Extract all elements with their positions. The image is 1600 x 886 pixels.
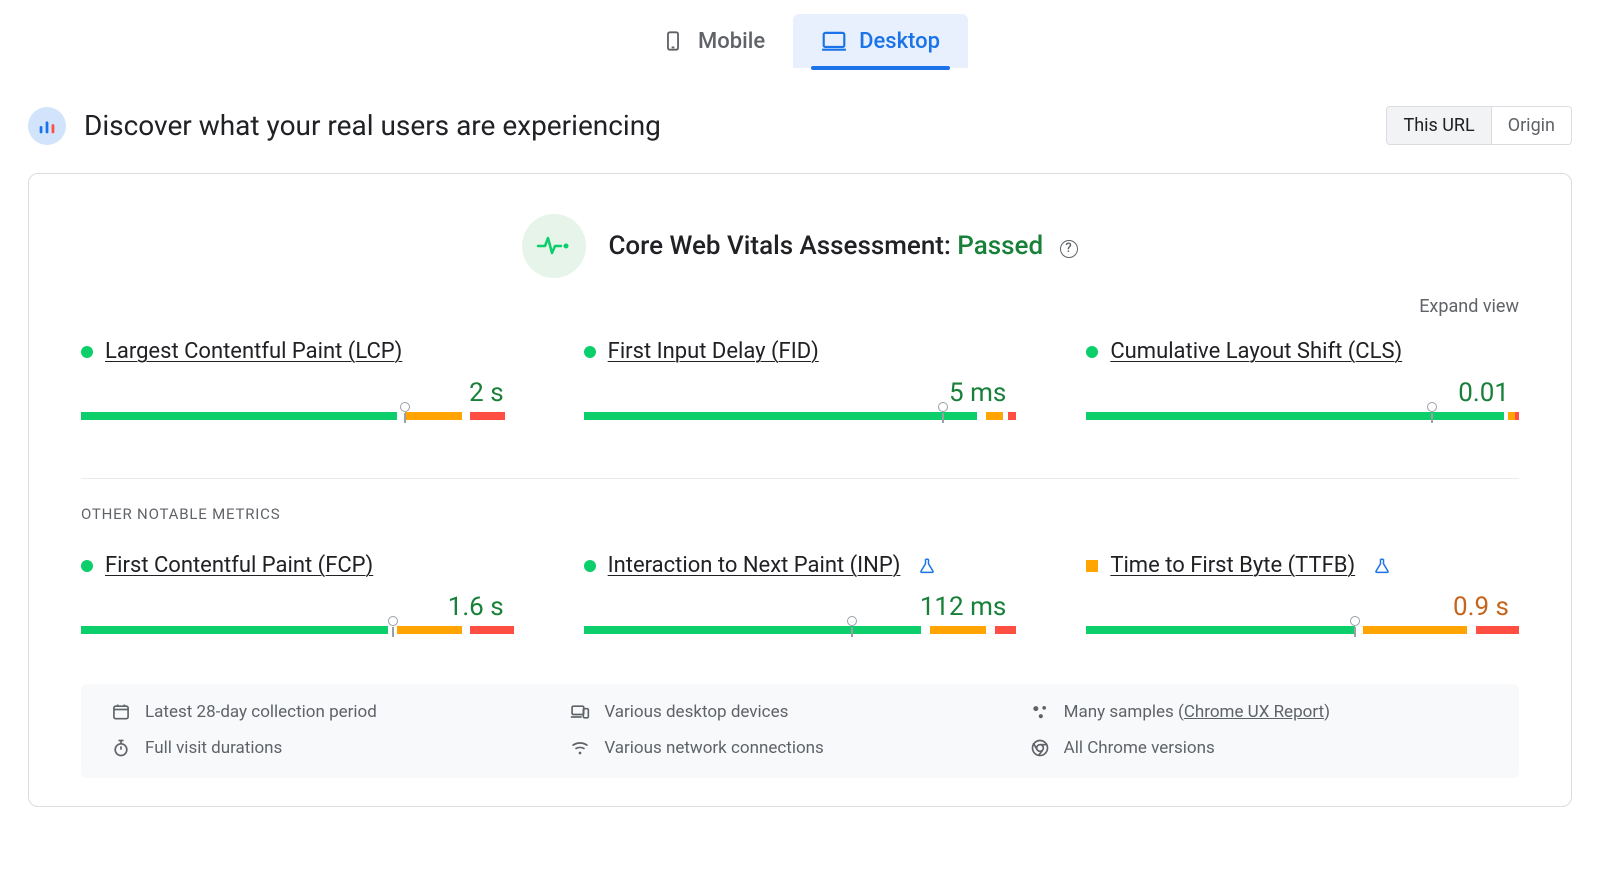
- gauge-icon: [28, 107, 66, 145]
- cwv-label: Core Web Vitals Assessment:: [608, 231, 957, 261]
- metric-cls-value: 0.01: [1086, 378, 1519, 408]
- cwv-status: Passed: [957, 231, 1043, 261]
- metric-fcp-bar: [81, 626, 514, 646]
- metric-ttfb-name[interactable]: Time to First Byte (TTFB): [1110, 553, 1355, 578]
- footer-devices: Various desktop devices: [570, 702, 1029, 722]
- experimental-icon: [918, 557, 936, 575]
- scope-this-url[interactable]: This URL: [1387, 107, 1490, 144]
- metric-fcp-value: 1.6 s: [81, 592, 514, 622]
- desktop-icon: [821, 28, 847, 54]
- page-title: Discover what your real users are experi…: [84, 109, 661, 142]
- tab-desktop-label: Desktop: [859, 29, 940, 54]
- data-source-footer: Latest 28-day collection period Various …: [81, 684, 1519, 778]
- metric-fid-value: 5 ms: [584, 378, 1017, 408]
- metric-lcp-bar: [81, 412, 514, 432]
- other-metrics-heading: OTHER NOTABLE METRICS: [81, 505, 1519, 523]
- status-dot-icon: [81, 346, 93, 358]
- metric-cls-bar: [1086, 412, 1519, 432]
- other-metrics-grid: First Contentful Paint (FCP) 1.6 s Inter…: [81, 553, 1519, 646]
- footer-samples: Many samples (Chrome UX Report): [1030, 702, 1489, 722]
- metric-lcp-name[interactable]: Largest Contentful Paint (LCP): [105, 339, 402, 364]
- help-icon[interactable]: ?: [1060, 240, 1078, 258]
- stopwatch-icon: [111, 738, 131, 758]
- cwv-assessment: Core Web Vitals Assessment: Passed ?: [81, 214, 1519, 278]
- calendar-icon: [111, 702, 131, 722]
- metric-inp: Interaction to Next Paint (INP) 112 ms: [584, 553, 1017, 646]
- tab-desktop[interactable]: Desktop: [793, 14, 968, 68]
- metric-fcp-name[interactable]: First Contentful Paint (FCP): [105, 553, 373, 578]
- tab-mobile[interactable]: Mobile: [632, 14, 793, 68]
- devices-icon: [570, 702, 590, 722]
- metric-inp-value: 112 ms: [584, 592, 1017, 622]
- metric-fcp: First Contentful Paint (FCP) 1.6 s: [81, 553, 514, 646]
- scope-origin[interactable]: Origin: [1491, 107, 1571, 144]
- status-square-icon: [1086, 560, 1098, 572]
- status-dot-icon: [1086, 346, 1098, 358]
- metric-fid-bar: [584, 412, 1017, 432]
- expand-view-link[interactable]: Expand view: [81, 296, 1519, 317]
- status-dot-icon: [584, 346, 596, 358]
- samples-icon: [1030, 702, 1050, 722]
- scope-toggle: This URL Origin: [1386, 106, 1572, 145]
- status-dot-icon: [81, 560, 93, 572]
- metric-ttfb: Time to First Byte (TTFB) 0.9 s: [1086, 553, 1519, 646]
- footer-period: Latest 28-day collection period: [111, 702, 570, 722]
- metric-inp-bar: [584, 626, 1017, 646]
- metric-inp-name[interactable]: Interaction to Next Paint (INP): [608, 553, 901, 578]
- metric-cls-name[interactable]: Cumulative Layout Shift (CLS): [1110, 339, 1402, 364]
- crux-report-link[interactable]: Chrome UX Report: [1184, 702, 1324, 722]
- metric-ttfb-value: 0.9 s: [1086, 592, 1519, 622]
- status-dot-icon: [584, 560, 596, 572]
- wifi-icon: [570, 738, 590, 758]
- divider: [81, 478, 1519, 479]
- chrome-icon: [1030, 738, 1050, 758]
- core-metrics-grid: Largest Contentful Paint (LCP) 2 s First…: [81, 339, 1519, 432]
- field-data-card: Core Web Vitals Assessment: Passed ? Exp…: [28, 173, 1572, 807]
- footer-network: Various network connections: [570, 738, 1029, 758]
- mobile-icon: [660, 28, 686, 54]
- metric-lcp: Largest Contentful Paint (LCP) 2 s: [81, 339, 514, 432]
- footer-durations: Full visit durations: [111, 738, 570, 758]
- metric-ttfb-bar: [1086, 626, 1519, 646]
- pulse-icon: [522, 214, 586, 278]
- metric-cls: Cumulative Layout Shift (CLS) 0.01: [1086, 339, 1519, 432]
- experimental-icon: [1373, 557, 1391, 575]
- tab-mobile-label: Mobile: [698, 29, 765, 54]
- metric-fid: First Input Delay (FID) 5 ms: [584, 339, 1017, 432]
- device-tabs: Mobile Desktop: [20, 0, 1580, 68]
- metric-lcp-value: 2 s: [81, 378, 514, 408]
- metric-fid-name[interactable]: First Input Delay (FID): [608, 339, 819, 364]
- footer-chrome: All Chrome versions: [1030, 738, 1489, 758]
